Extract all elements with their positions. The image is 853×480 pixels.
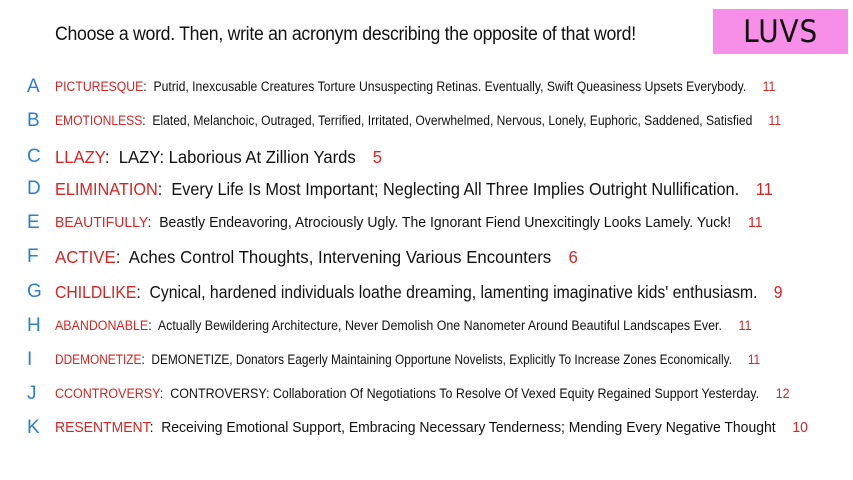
- letter-count: 6: [568, 247, 578, 267]
- letter-count: 11: [755, 179, 773, 199]
- acronym-text: Every Life Is Most Important; Neglecting…: [171, 179, 740, 199]
- letter-count: 11: [747, 352, 761, 367]
- chosen-word: PICTURESQUE: [55, 79, 144, 94]
- letter-count: 5: [372, 147, 383, 167]
- letter-count: 9: [773, 282, 783, 302]
- row-letter: G: [27, 281, 42, 302]
- badge-label: LUVS: [743, 13, 818, 50]
- row-letter: C: [27, 146, 41, 167]
- answer-row-k: K RESENTMENT: Receiving Emotional Suppor…: [0, 413, 853, 443]
- acronym-text: CONTROVERSY: Collaboration Of Negotiatio…: [170, 386, 760, 401]
- chosen-word: EMOTIONLESS: [55, 113, 143, 128]
- letter-count: 10: [792, 419, 808, 436]
- row-content: RESENTMENT: Receiving Emotional Support,…: [55, 419, 808, 436]
- letter-count: 11: [762, 79, 776, 94]
- answer-row-b: B EMOTIONLESS: Elated, Melanchoic, Outra…: [0, 106, 853, 136]
- luvs-badge: LUVS: [713, 9, 848, 54]
- row-content: PICTURESQUE: Putrid, Inexcusable Creatur…: [55, 79, 776, 94]
- answer-row-c: C LLAZY: LAZY: Laborious At Zillion Yard…: [0, 142, 853, 172]
- row-letter: E: [27, 212, 40, 233]
- acronym-text: Elated, Melanchoic, Outraged, Terrified,…: [152, 113, 753, 128]
- chosen-word: BEAUTIFULLY: [55, 214, 148, 231]
- row-letter: K: [27, 417, 40, 438]
- acronym-text: LAZY: Laborious At Zillion Yards: [118, 147, 356, 167]
- acronym-text: Beastly Endeavoring, Atrociously Ugly. T…: [159, 214, 732, 231]
- chosen-word: ABANDONABLE: [55, 318, 149, 333]
- row-content: CHILDLIKE: Cynical, hardened individuals…: [55, 282, 783, 302]
- chosen-word: CHILDLIKE: [55, 282, 137, 302]
- row-content: ELIMINATION: Every Life Is Most Importan…: [55, 179, 773, 199]
- row-content: LLAZY: LAZY: Laborious At Zillion Yards 5: [55, 147, 383, 167]
- row-content: EMOTIONLESS: Elated, Melanchoic, Outrage…: [55, 113, 781, 128]
- acronym-text: Putrid, Inexcusable Creatures Torture Un…: [153, 79, 747, 94]
- letter-count: 12: [775, 386, 790, 401]
- acronym-text: Aches Control Thoughts, Intervening Vari…: [128, 247, 552, 267]
- acronym-text: Actually Bewildering Architecture, Never…: [157, 318, 722, 333]
- letter-count: 11: [738, 318, 752, 333]
- row-letter: I: [27, 349, 33, 370]
- answer-row-i: I DDEMONETIZE: DEMONETIZE, Donators Eage…: [0, 345, 853, 375]
- row-letter: D: [27, 178, 41, 199]
- row-content: DDEMONETIZE: DEMONETIZE, Donators Eagerl…: [55, 352, 761, 367]
- acronym-text: DEMONETIZE, Donators Eagerly Maintaining…: [151, 352, 732, 367]
- row-letter: J: [27, 383, 37, 404]
- chosen-word: RESENTMENT: [55, 419, 150, 436]
- prompt-text: Choose a word. Then, write an acronym de…: [55, 24, 636, 45]
- answer-row-f: F ACTIVE: Aches Control Thoughts, Interv…: [0, 242, 853, 272]
- row-letter: B: [27, 110, 40, 131]
- answer-row-g: G CHILDLIKE: Cynical, hardened individua…: [0, 277, 853, 307]
- chosen-word: ELIMINATION: [55, 179, 158, 199]
- chosen-word: ACTIVE: [55, 247, 116, 267]
- row-letter: A: [27, 76, 40, 97]
- answer-row-d: D ELIMINATION: Every Life Is Most Import…: [0, 174, 853, 204]
- chosen-word: DDEMONETIZE: [55, 352, 142, 367]
- chosen-word: LLAZY: [55, 147, 105, 167]
- answer-row-a: A PICTURESQUE: Putrid, Inexcusable Creat…: [0, 72, 853, 102]
- letter-count: 11: [768, 113, 781, 128]
- row-content: CCONTROVERSY: CONTROVERSY: Collaboration…: [55, 386, 790, 401]
- row-content: ACTIVE: Aches Control Thoughts, Interven…: [55, 247, 578, 267]
- letter-count: 11: [747, 214, 763, 231]
- acronym-text: Cynical, hardened individuals loathe dre…: [149, 282, 758, 302]
- chosen-word: CCONTROVERSY: [55, 386, 160, 401]
- answer-row-h: H ABANDONABLE: Actually Bewildering Arch…: [0, 311, 853, 341]
- row-content: ABANDONABLE: Actually Bewildering Archit…: [55, 318, 752, 333]
- answer-row-e: E BEAUTIFULLY: Beastly Endeavoring, Atro…: [0, 208, 853, 238]
- row-letter: F: [27, 246, 39, 267]
- row-letter: H: [27, 315, 41, 336]
- acronym-text: Receiving Emotional Support, Embracing N…: [161, 419, 776, 436]
- row-content: BEAUTIFULLY: Beastly Endeavoring, Atroci…: [55, 214, 763, 231]
- answer-row-j: J CCONTROVERSY: CONTROVERSY: Collaborati…: [0, 379, 853, 409]
